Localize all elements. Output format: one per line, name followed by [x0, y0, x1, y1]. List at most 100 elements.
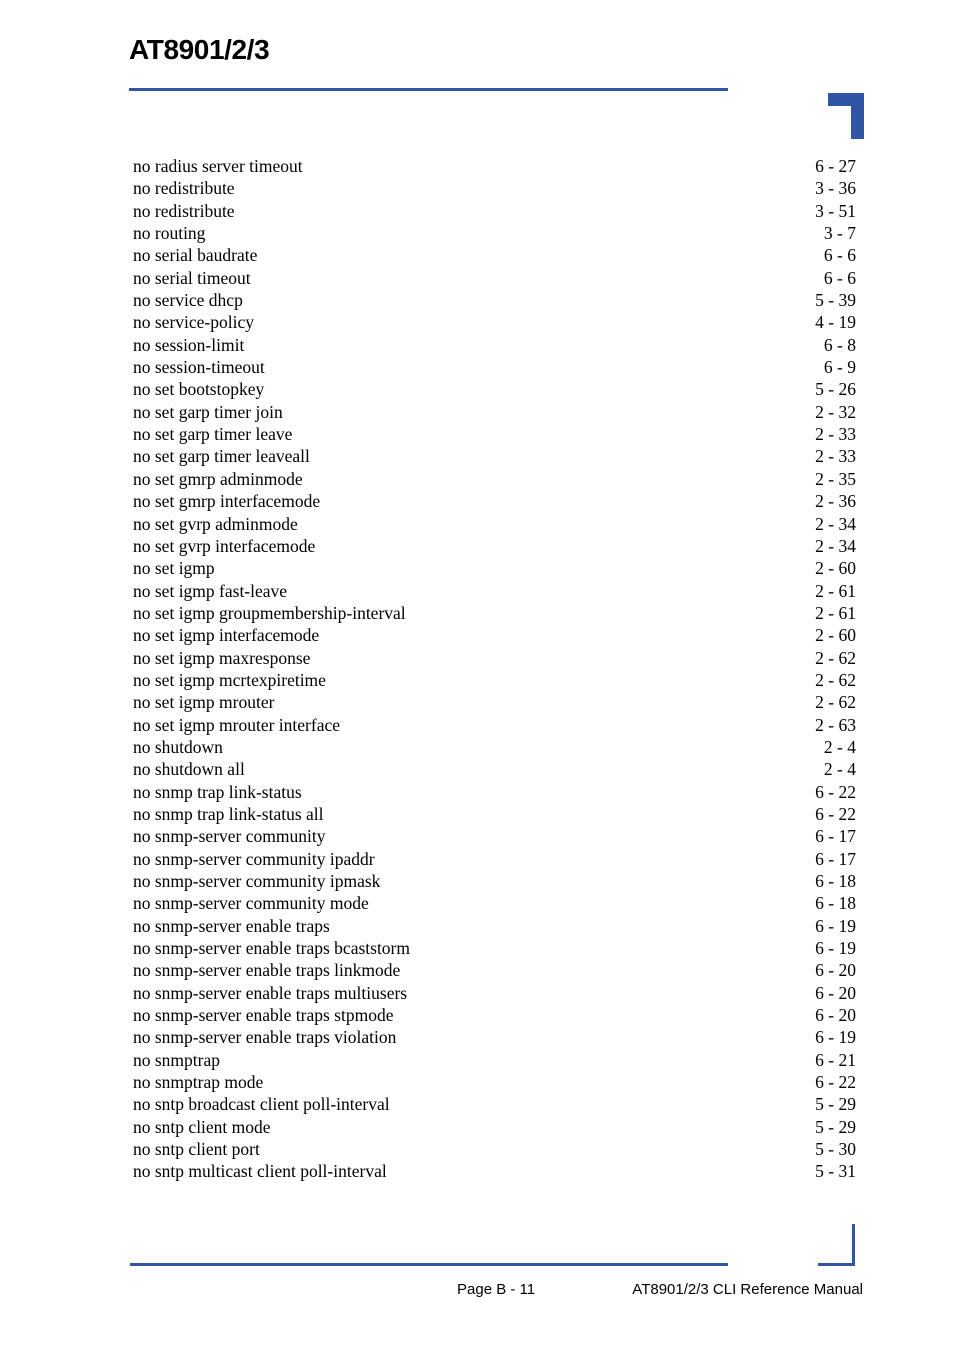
index-entry-term: no set gmrp adminmode	[133, 468, 303, 489]
index-entry-page-number: 2 - 33	[815, 424, 856, 445]
index-entry-row: no snmp trap link-status 6 - 22	[133, 781, 856, 803]
corner-bracket-stem	[851, 93, 864, 139]
index-entry-term: no routing	[133, 223, 206, 244]
index-entry-page-number: 2 - 4	[823, 736, 856, 757]
index-entry-row: no session-limit 6 - 8	[133, 334, 856, 356]
index-entry-term: no snmptrap mode	[133, 1072, 264, 1093]
index-entry-term: no sntp client mode	[133, 1116, 271, 1137]
index-entry-page-number: 4 - 19	[815, 312, 856, 333]
index-entry-term: no serial baudrate	[133, 245, 258, 266]
index-entry-page-number: 3 - 51	[815, 200, 856, 221]
index-entry-page-number: 6 - 9	[823, 357, 856, 378]
index-entry-row: no serial timeout 6 - 6	[133, 267, 856, 289]
index-entry-page-number: 6 - 19	[815, 915, 856, 936]
index-entry-page-number: 2 - 60	[815, 625, 856, 646]
index-entry-row: no redistribute 3 - 51	[133, 200, 856, 222]
index-entry-page-number: 3 - 7	[823, 223, 856, 244]
index-entry-term: no snmp-server enable traps bcaststorm	[133, 938, 411, 959]
index-entry-page-number: 6 - 20	[815, 982, 856, 1003]
index-entry-page-number: 2 - 60	[815, 558, 856, 579]
corner-bracket-top-right-icon	[828, 93, 864, 139]
index-entry-page-number: 6 - 22	[815, 781, 856, 802]
index-entry-row: no snmp-server enable traps 6 - 19	[133, 915, 856, 937]
index-entry-page-number: 2 - 62	[815, 692, 856, 713]
index-entry-page-number: 5 - 29	[815, 1116, 856, 1137]
index-entry-row: no shutdown all 2 - 4	[133, 758, 856, 780]
index-entry-term: no snmp-server community ipaddr	[133, 848, 375, 869]
index-entry-term: no sntp client port	[133, 1139, 260, 1160]
index-entry-row: no sntp client port 5 - 30	[133, 1138, 856, 1160]
corner-bracket-horizontal-bar	[818, 1263, 855, 1266]
index-entry-term: no set garp timer leaveall	[133, 446, 310, 467]
footer-rule	[130, 1263, 728, 1266]
index-entry-term: no set igmp	[133, 558, 215, 579]
index-entry-term: no set igmp mrouter	[133, 692, 275, 713]
index-entry-row: no service-policy 4 - 19	[133, 311, 856, 333]
index-entry-row: no set igmp groupmembership-interval 2 - …	[133, 602, 856, 624]
index-entry-page-number: 6 - 20	[815, 960, 856, 981]
index-entry-term: no set bootstopkey	[133, 379, 265, 400]
index-entry-row: no set igmp 2 - 60	[133, 557, 856, 579]
index-entry-term: no snmp trap link-status all	[133, 803, 324, 824]
index-entry-row: no sntp broadcast client poll-interval 5 …	[133, 1093, 856, 1115]
index-entry-row: no snmp-server enable traps violation 6 -…	[133, 1026, 856, 1048]
index-entry-page-number: 6 - 19	[815, 938, 856, 959]
index-entry-page-number: 6 - 18	[815, 893, 856, 914]
index-entry-row: no snmp-server community mode 6 - 18	[133, 892, 856, 914]
index-entry-list: no radius server timeout 6 - 27 no redistr…	[133, 155, 856, 1183]
index-entry-page-number: 2 - 61	[815, 602, 856, 623]
index-entry-term: no service-policy	[133, 312, 254, 333]
index-entry-page-number: 6 - 19	[815, 1027, 856, 1048]
index-entry-term: no session-limit	[133, 334, 245, 355]
index-entry-page-number: 2 - 33	[815, 446, 856, 467]
index-entry-row: no serial baudrate 6 - 6	[133, 244, 856, 266]
index-entry-term: no service dhcp	[133, 290, 243, 311]
index-entry-row: no snmp-server enable traps stpmode 6 - 2…	[133, 1004, 856, 1026]
index-entry-row: no snmp-server enable traps multiusers 6 …	[133, 982, 856, 1004]
index-entry-page-number: 2 - 63	[815, 714, 856, 735]
index-entry-term: no shutdown	[133, 736, 223, 757]
document-page: AT8901/2/3 no radius server timeout 6 - 2…	[0, 0, 954, 1351]
index-entry-row: no set garp timer leaveall 2 - 33	[133, 445, 856, 467]
index-entry-row: no routing 3 - 7	[133, 222, 856, 244]
index-entry-term: no snmp trap link-status	[133, 781, 302, 802]
index-entry-page-number: 2 - 61	[815, 580, 856, 601]
index-entry-row: no set gmrp adminmode 2 - 35	[133, 468, 856, 490]
index-entry-page-number: 6 - 21	[815, 1049, 856, 1070]
index-entry-term: no snmp-server enable traps stpmode	[133, 1005, 394, 1026]
index-entry-row: no set igmp maxresponse 2 - 62	[133, 647, 856, 669]
index-entry-term: no snmp-server enable traps linkmode	[133, 960, 401, 981]
corner-bracket-vertical-stem	[852, 1224, 855, 1266]
index-entry-page-number: 2 - 4	[823, 759, 856, 780]
index-entry-term: no sntp multicast client poll-interval	[133, 1161, 387, 1182]
index-entry-row: no set bootstopkey 5 - 26	[133, 378, 856, 400]
footer-page-label: Page B - 11	[457, 1281, 536, 1298]
header-rule	[129, 88, 728, 91]
index-entry-page-number: 6 - 22	[815, 803, 856, 824]
index-entry-row: no redistribute 3 - 36	[133, 177, 856, 199]
index-entry-row: no session-timeout 6 - 9	[133, 356, 856, 378]
index-entry-page-number: 6 - 17	[815, 848, 856, 869]
index-entry-page-number: 2 - 62	[815, 669, 856, 690]
index-entry-row: no snmp trap link-status all 6 - 22	[133, 803, 856, 825]
index-entry-row: no service dhcp 5 - 39	[133, 289, 856, 311]
index-entry-page-number: 6 - 6	[823, 267, 856, 288]
index-entry-page-number: 5 - 26	[815, 379, 856, 400]
index-entry-page-number: 2 - 34	[815, 535, 856, 556]
index-entry-term: no serial timeout	[133, 267, 251, 288]
index-entry-row: no set garp timer leave 2 - 33	[133, 423, 856, 445]
index-entry-page-number: 5 - 29	[815, 1094, 856, 1115]
index-entry-term: no snmp-server community	[133, 826, 326, 847]
index-entry-page-number: 2 - 36	[815, 491, 856, 512]
index-entry-page-number: 5 - 39	[815, 290, 856, 311]
index-entry-page-number: 6 - 27	[815, 156, 856, 176]
index-entry-term: no snmp-server enable traps multiusers	[133, 982, 408, 1003]
index-entry-page-number: 6 - 17	[815, 826, 856, 847]
index-entry-term: no set igmp fast-leave	[133, 580, 288, 601]
index-entry-term: no set gmrp interfacemode	[133, 491, 321, 512]
index-entry-term: no set garp timer leave	[133, 424, 293, 445]
index-entry-page-number: 6 - 22	[815, 1072, 856, 1093]
index-entry-row: no set igmp mcrtexpiretime 2 - 62	[133, 669, 856, 691]
index-entry-row: no set gvrp interfacemode 2 - 34	[133, 535, 856, 557]
index-entry-row: no sntp client mode 5 - 29	[133, 1116, 856, 1138]
